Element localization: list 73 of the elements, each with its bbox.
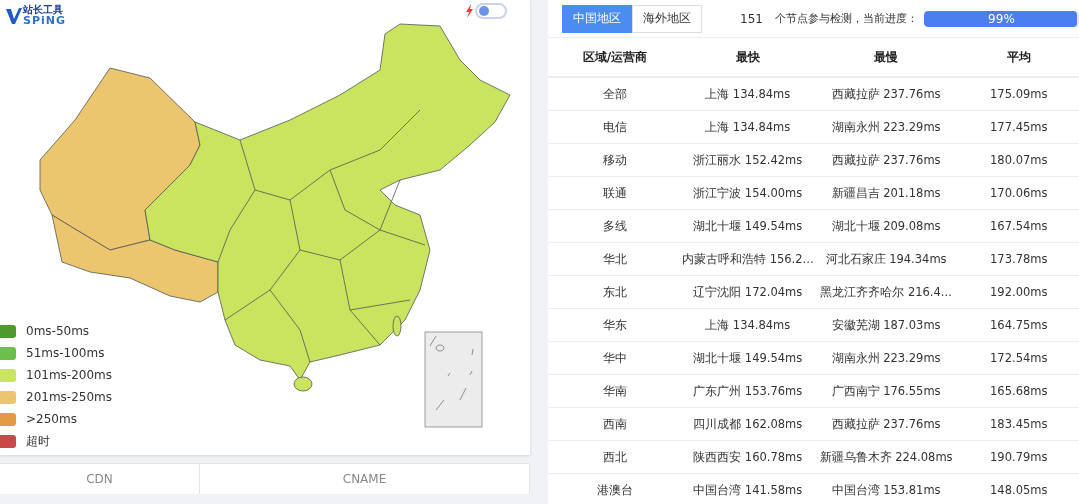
legend-label: >250ms <box>26 412 77 426</box>
table-cell: 华北 <box>548 242 682 276</box>
table-cell: 内蒙古呼和浩特 156.2... <box>682 242 814 276</box>
column-header: 区域/运营商 <box>548 38 682 77</box>
table-cell: 湖北十堰 149.54ms <box>682 341 814 375</box>
table-cell: 华中 <box>548 341 682 375</box>
column-header: 最快 <box>682 38 814 77</box>
table-cell: 177.45ms <box>958 110 1079 144</box>
logo-wordmark: SPiNG <box>23 15 66 26</box>
table-cell: 175.09ms <box>958 77 1079 111</box>
table-cell: 173.78ms <box>958 242 1079 276</box>
table-cell: 180.07ms <box>958 143 1079 177</box>
table-cell: 上海 134.84ms <box>682 77 814 111</box>
legend-label: 51ms-100ms <box>26 346 105 360</box>
legend-label: 201ms-250ms <box>26 390 113 404</box>
table-cell: 西藏拉萨 237.76ms <box>813 77 959 111</box>
table-cell: 广西南宁 176.55ms <box>813 374 959 408</box>
table-cell: 190.79ms <box>958 440 1079 474</box>
legend-label: 0ms-50ms <box>26 324 90 338</box>
table-cell: 河北石家庄 194.34ms <box>813 242 959 276</box>
table-cell: 东北 <box>548 275 682 309</box>
table-cell: 湖南永州 223.29ms <box>813 341 959 375</box>
logo-icon <box>6 6 22 25</box>
table-cell: 西南 <box>548 407 682 441</box>
toggle-switch[interactable] <box>475 3 507 19</box>
table-cell: 新疆乌鲁木齐 224.08ms <box>813 440 959 474</box>
table-cell: 四川成都 162.08ms <box>682 407 814 441</box>
table-cell: 安徽芜湖 187.03ms <box>813 308 959 342</box>
table-cell: 西藏拉萨 237.76ms <box>813 143 959 177</box>
logo-text: 站长工具 <box>23 5 63 15</box>
table-cell: 164.75ms <box>958 308 1079 342</box>
table-cell: 中国台湾 141.58ms <box>682 473 814 504</box>
table-cell: 新疆昌吉 201.18ms <box>813 176 959 210</box>
table-cell: 华南 <box>548 374 682 408</box>
table-cell: 湖南永州 223.29ms <box>813 110 959 144</box>
column-header: CDN <box>0 464 200 494</box>
table-cell: 西北 <box>548 440 682 474</box>
table-cell: 电信 <box>548 110 682 144</box>
progress-label: 99% <box>987 10 1016 27</box>
region-tab[interactable]: 海外地区 <box>632 4 702 33</box>
table-cell: 170.06ms <box>958 176 1079 210</box>
status-text: 个节点参与检测，当前进度： <box>774 11 918 26</box>
table-cell: 港澳台 <box>548 473 682 504</box>
table-cell: 192.00ms <box>958 275 1079 309</box>
table-cell: 上海 134.84ms <box>682 308 814 342</box>
lightning-icon <box>466 4 473 18</box>
table-cell: 广东广州 153.76ms <box>682 374 814 408</box>
table-cell: 陕西西安 160.78ms <box>682 440 814 474</box>
table-cell: 西藏拉萨 237.76ms <box>813 407 959 441</box>
table-cell: 湖北十堰 149.54ms <box>682 209 814 243</box>
table-cell: 多线 <box>548 209 682 243</box>
table-cell: 中国台湾 153.81ms <box>813 473 959 504</box>
node-count: 151 <box>740 11 763 26</box>
column-header: 最慢 <box>813 38 959 77</box>
table-cell: 全部 <box>548 77 682 111</box>
table-cell: 165.68ms <box>958 374 1079 408</box>
table-cell: 联通 <box>548 176 682 210</box>
table-cell: 华东 <box>548 308 682 342</box>
table-cell: 183.45ms <box>958 407 1079 441</box>
table-cell: 湖北十堰 209.08ms <box>813 209 959 243</box>
table-cell: 辽宁沈阳 172.04ms <box>682 275 814 309</box>
table-cell: 黑龙江齐齐哈尔 216.4... <box>813 275 959 309</box>
table-cell: 148.05ms <box>958 473 1079 504</box>
table-cell: 167.54ms <box>958 209 1079 243</box>
table-cell: 浙江丽水 152.42ms <box>682 143 814 177</box>
table-cell: 浙江宁波 154.00ms <box>682 176 814 210</box>
legend-label: 超时 <box>26 432 50 450</box>
column-header: CNAME <box>200 464 530 494</box>
table-cell: 172.54ms <box>958 341 1079 375</box>
table-cell: 上海 134.84ms <box>682 110 814 144</box>
column-header: 平均 <box>958 38 1079 77</box>
legend-label: 101ms-200ms <box>26 368 113 382</box>
table-cell: 移动 <box>548 143 682 177</box>
